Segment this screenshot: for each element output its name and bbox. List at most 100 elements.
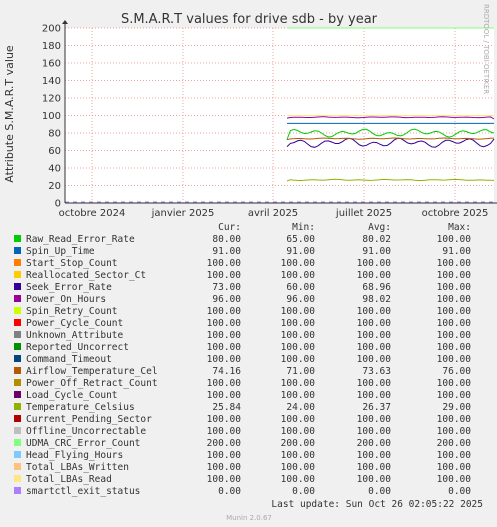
y-tick-label: 100 [42,111,61,122]
legend-value-min: 60.00 [286,282,315,293]
legend-series-name: Load_Cycle_Count [26,390,118,401]
smart-chart: 020406080100120140160180200 octobre 2024… [3,4,497,522]
legend-value-avg: 100.00 [357,450,392,461]
legend-swatch [14,319,21,326]
legend-value-cur: 100.00 [207,354,242,365]
legend-value-max: 100.00 [437,414,472,425]
legend-series-name: Airflow_Temperature_Cel [26,366,158,377]
legend-swatch [14,355,21,362]
legend-value-avg: 0.00 [368,486,391,497]
legend-value-max: 0.00 [448,486,471,497]
legend-value-max: 76.00 [442,366,471,377]
legend-value-max: 100.00 [437,270,472,281]
legend-series-name: Power_Cycle_Count [26,318,123,329]
legend-value-min: 100.00 [281,258,316,269]
legend-value-max: 100.00 [437,450,472,461]
y-tick-label: 80 [48,129,61,140]
legend-series-name: Total_LBAs_Written [26,462,129,473]
y-tick-label: 200 [42,24,61,35]
munin-version: Munin 2.0.67 [226,514,272,522]
legend-value-avg: 100.00 [357,414,392,425]
legend-value-avg: 100.00 [357,474,392,485]
x-tick-label: octobre 2024 [59,208,126,219]
legend-value-cur: 100.00 [207,450,242,461]
legend-column-header: Avg: [368,222,391,233]
legend-series-name: Raw_Read_Error_Rate [26,234,135,245]
legend-value-cur: 100.00 [207,306,242,317]
legend-value-cur: 100.00 [207,390,242,401]
legend-swatch [14,331,21,338]
legend-value-cur: 100.00 [207,426,242,437]
legend-value-avg: 100.00 [357,342,392,353]
legend-series-name: Reallocated_Sector_Ct [26,270,146,281]
legend-value-cur: 100.00 [207,414,242,425]
legend-value-cur: 100.00 [207,342,242,353]
legend-value-max: 100.00 [437,294,472,305]
legend-swatch [14,463,21,470]
legend-series-name: Command_Timeout [26,354,112,365]
legend-series-name: Spin_Up_Time [26,246,95,257]
legend-value-min: 100.00 [281,414,316,425]
legend-column-header: Min: [292,222,315,233]
x-tick-label: avril 2025 [248,208,298,219]
legend-value-avg: 100.00 [357,306,392,317]
legend-value-max: 100.00 [437,354,472,365]
legend-series-name: Power_On_Hours [26,294,106,305]
legend-header: Cur: Min: Avg: Max: [218,222,471,233]
legend-value-max: 100.00 [437,318,472,329]
legend-series-name: smartctl_exit_status [26,486,140,497]
legend-value-avg: 68.96 [362,282,391,293]
legend-series-name: Current_Pending_Sector [26,414,152,425]
legend-value-avg: 80.02 [362,234,391,245]
legend-value-max: 100.00 [437,426,472,437]
legend-value-min: 0.00 [292,486,315,497]
legend-column-header: Max: [448,222,471,233]
legend-swatch [14,439,21,446]
legend-value-min: 100.00 [281,462,316,473]
y-tick-label: 60 [48,146,61,157]
legend-swatch [14,379,21,386]
legend-value-cur: 74.16 [212,366,241,377]
legend-value-avg: 100.00 [357,258,392,269]
legend-series-name: Unknown_Attribute [26,330,124,341]
y-tick-label: 180 [42,41,61,52]
legend-value-avg: 200.00 [357,438,392,449]
legend-value-min: 100.00 [281,390,316,401]
chart-title: S.M.A.R.T values for drive sdb - by year [121,12,378,27]
legend-swatch [14,403,21,410]
legend-series-name: Total_LBAs_Read [26,474,112,485]
legend-value-avg: 100.00 [357,354,392,365]
legend-series-name: Head_Flying_Hours [26,450,123,461]
legend-value-avg: 100.00 [357,426,392,437]
legend-swatch [14,415,21,422]
legend-value-avg: 100.00 [357,330,392,341]
legend-swatch [14,487,21,494]
legend-value-avg: 100.00 [357,390,392,401]
legend-value-avg: 100.00 [357,270,392,281]
legend-value-min: 91.00 [286,246,315,257]
legend-value-cur: 100.00 [207,462,242,473]
legend-value-max: 100.00 [437,474,472,485]
legend-value-max: 100.00 [437,306,472,317]
legend-value-min: 100.00 [281,330,316,341]
legend-value-min: 100.00 [281,354,316,365]
legend-value-cur: 100.00 [207,318,242,329]
legend-value-max: 100.00 [437,378,472,389]
legend-value-max: 200.00 [437,438,472,449]
legend-value-cur: 200.00 [207,438,242,449]
x-tick-label: octobre 2025 [422,208,489,219]
legend-swatch [14,451,21,458]
legend-value-min: 100.00 [281,474,316,485]
legend-series-name: UDMA_CRC_Error_Count [26,438,140,449]
legend-value-max: 100.00 [437,390,472,401]
legend-value-cur: 25.84 [212,402,241,413]
legend-value-avg: 100.00 [357,462,392,473]
legend-value-max: 100.00 [437,282,472,293]
legend-value-max: 100.00 [437,330,472,341]
legend-value-cur: 100.00 [207,378,242,389]
legend-value-cur: 100.00 [207,330,242,341]
legend-value-avg: 91.00 [362,246,391,257]
legend-swatch [14,271,21,278]
legend-value-min: 65.00 [286,234,315,245]
legend-swatch [14,391,21,398]
